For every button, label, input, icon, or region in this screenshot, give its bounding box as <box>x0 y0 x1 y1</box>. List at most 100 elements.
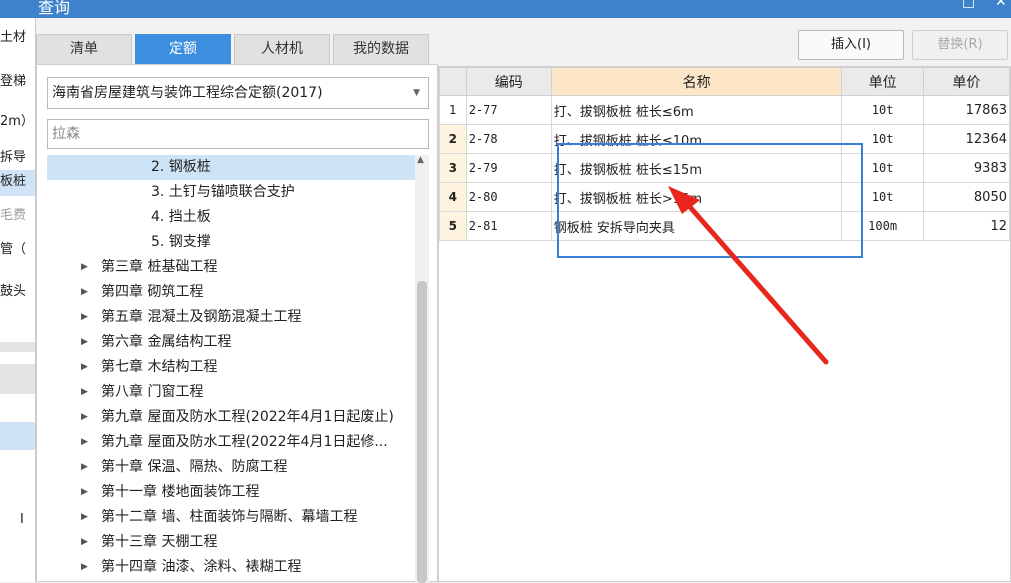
cell-code[interactable]: 2-77 <box>465 95 552 125</box>
expand-arrow-icon[interactable]: ▶ <box>81 405 88 430</box>
expand-arrow-icon[interactable]: ▶ <box>81 355 88 380</box>
row-index[interactable]: 3 <box>439 153 467 183</box>
quota-tree-panel: 海南省房屋建筑与装饰工程综合定额(2017) ▼ 拉森 2. 钢板桩 3. 土钉与… <box>36 64 438 583</box>
scrollbar-thumb[interactable] <box>417 281 427 583</box>
header-unit[interactable]: 单位 <box>841 67 924 96</box>
tab-my-data[interactable]: 我的数据 <box>333 34 429 64</box>
dialog-title-bar: 查询 □ ✕ <box>0 0 1011 18</box>
cell-name[interactable]: 钢板桩 安拆导向夹具 <box>550 211 843 241</box>
cell-price[interactable]: 9383 <box>922 153 1010 183</box>
expand-arrow-icon[interactable]: ▶ <box>81 430 88 455</box>
cell-code[interactable]: 2-80 <box>465 182 552 212</box>
row-index[interactable]: 2 <box>439 124 467 154</box>
cell-unit[interactable]: 10t <box>841 182 924 212</box>
table-row[interactable]: 3 2-79 打、拔钢板桩 桩长≤15m 10t 9383 <box>439 153 1010 183</box>
bg-cell: 鼓头 <box>0 284 27 299</box>
header-index <box>439 67 467 96</box>
tree-item-chapter[interactable]: ▶ 第六章 金属结构工程 <box>47 330 419 355</box>
cell-code[interactable]: 2-79 <box>465 153 552 183</box>
expand-arrow-icon[interactable]: ▶ <box>81 280 88 305</box>
row-index[interactable]: 5 <box>439 211 467 241</box>
table-row[interactable]: 5 2-81 钢板桩 安拆导向夹具 100m 12 <box>439 211 1010 241</box>
cell-name[interactable]: 打、拔钢板桩 桩长≤10m <box>550 124 843 154</box>
close-icon[interactable]: ✕ <box>995 0 1007 10</box>
expand-arrow-icon[interactable]: ▶ <box>81 530 88 555</box>
bg-cell: 管（ <box>0 242 27 257</box>
bg-cell-selected: 板桩 <box>0 170 35 196</box>
tree-item-label: 第十二章 墙、柱面装饰与隔断、幕墙工程 <box>101 509 358 525</box>
tree-item-chapter[interactable]: ▶ 第十四章 油漆、涂料、裱糊工程 <box>47 555 419 580</box>
tree-item-section[interactable]: 2. 钢板桩 <box>47 155 419 180</box>
tree-item-label: 5. 钢支撑 <box>151 234 211 250</box>
cell-name[interactable]: 打、拔钢板桩 桩长≤6m <box>550 95 843 125</box>
quota-library-select[interactable]: 海南省房屋建筑与装饰工程综合定额(2017) ▼ <box>47 77 429 109</box>
expand-arrow-icon[interactable]: ▶ <box>81 305 88 330</box>
tree-item-chapter[interactable]: ▶ 第五章 混凝土及钢筋混凝土工程 <box>47 305 419 330</box>
cell-price[interactable]: 8050 <box>922 182 1010 212</box>
tree-item-label: 4. 挡土板 <box>151 209 211 225</box>
expand-arrow-icon[interactable]: ▶ <box>81 505 88 530</box>
cell-price[interactable]: 17863 <box>922 95 1010 125</box>
tree-item-chapter[interactable]: ▶ 第九章 屋面及防水工程(2022年4月1日起废止) <box>47 405 419 430</box>
tree-item-chapter[interactable]: ▶ 第四章 砌筑工程 <box>47 280 419 305</box>
tree-item-section[interactable]: 5. 钢支撑 <box>47 230 419 255</box>
restore-icon[interactable]: □ <box>962 0 975 10</box>
chevron-down-icon: ▼ <box>413 88 420 98</box>
bg-cell: 2m） <box>0 114 34 129</box>
tree-item-chapter[interactable]: ▶ 第十二章 墙、柱面装饰与隔断、幕墙工程 <box>47 505 419 530</box>
table-row[interactable]: 1 2-77 打、拔钢板桩 桩长≤6m 10t 17863 <box>439 95 1010 125</box>
tree-item-chapter[interactable]: ▶ 第三章 桩基础工程 <box>47 255 419 280</box>
cell-price[interactable]: 12 <box>922 211 1010 241</box>
background-app-panel: 土材 登梯 2m） 拆导 板桩 毛费 管（ 鼓头 I <box>0 18 36 582</box>
tree-item-chapter[interactable]: ▶ 第十章 保温、隔热、防腐工程 <box>47 455 419 480</box>
expand-arrow-icon[interactable]: ▶ <box>81 380 88 405</box>
insert-button[interactable]: 插入(I) <box>798 30 904 60</box>
bg-row-selected <box>0 422 35 450</box>
expand-arrow-icon[interactable]: ▶ <box>81 330 88 355</box>
header-code[interactable]: 编码 <box>465 67 552 96</box>
cell-code[interactable]: 2-81 <box>465 211 552 241</box>
tree-item-label: 第八章 门窗工程 <box>101 384 204 400</box>
row-index[interactable]: 4 <box>439 182 467 212</box>
tree-item-section[interactable]: 3. 土钉与锚喷联合支护 <box>47 180 419 205</box>
tree-item-label: 第七章 木结构工程 <box>101 359 218 375</box>
tree-item-section[interactable]: 4. 挡土板 <box>47 205 419 230</box>
scroll-up-icon[interactable]: ▲ <box>417 155 424 165</box>
tree-item-chapter[interactable]: ▶ 第九章 屋面及防水工程(2022年4月1日起修... <box>47 430 419 455</box>
tree-item-label: 2. 钢板桩 <box>151 159 211 175</box>
tree-item-label: 第九章 屋面及防水工程(2022年4月1日起修... <box>101 434 388 450</box>
row-index[interactable]: 1 <box>439 95 467 125</box>
tree-item-label: 第六章 金属结构工程 <box>101 334 232 350</box>
tree-item-label: 第四章 砌筑工程 <box>101 284 204 300</box>
tree-item-chapter[interactable]: ▶ 第十一章 楼地面装饰工程 <box>47 480 419 505</box>
cell-code[interactable]: 2-78 <box>465 124 552 154</box>
tree-scrollbar[interactable]: ▲ <box>415 155 429 583</box>
expand-arrow-icon[interactable]: ▶ <box>81 255 88 280</box>
tab-labor-material-machine[interactable]: 人材机 <box>234 34 330 64</box>
header-price[interactable]: 单价 <box>922 67 1010 96</box>
table-row[interactable]: 2 2-78 打、拔钢板桩 桩长≤10m 10t 12364 <box>439 124 1010 154</box>
cell-unit[interactable]: 10t <box>841 124 924 154</box>
table-header-row: 编码 名称 单位 单价 <box>439 67 1010 96</box>
expand-arrow-icon[interactable]: ▶ <box>81 480 88 505</box>
cell-name[interactable]: 打、拔钢板桩 桩长>15m <box>550 182 843 212</box>
expand-arrow-icon[interactable]: ▶ <box>81 455 88 480</box>
cell-unit[interactable]: 10t <box>841 153 924 183</box>
tree-item-label: 第九章 屋面及防水工程(2022年4月1日起废止) <box>101 409 394 425</box>
tree-item-chapter[interactable]: ▶ 第十三章 天棚工程 <box>47 530 419 555</box>
cell-unit[interactable]: 10t <box>841 95 924 125</box>
cell-name[interactable]: 打、拔钢板桩 桩长≤15m <box>550 153 843 183</box>
tree-item-chapter[interactable]: ▶ 第七章 木结构工程 <box>47 355 419 380</box>
table-row[interactable]: 4 2-80 打、拔钢板桩 桩长>15m 10t 8050 <box>439 182 1010 212</box>
tree-item-chapter[interactable]: ▶ 第八章 门窗工程 <box>47 380 419 405</box>
tab-quota[interactable]: 定额 <box>135 34 231 64</box>
search-input[interactable]: 拉森 <box>47 119 429 149</box>
expand-arrow-icon[interactable]: ▶ <box>81 555 88 580</box>
tree-item-label: 3. 土钉与锚喷联合支护 <box>151 184 295 200</box>
cell-unit[interactable]: 100m <box>841 211 924 241</box>
cell-price[interactable]: 12364 <box>922 124 1010 154</box>
quota-result-grid: 编码 名称 单位 单价 1 2-77 打、拔钢板桩 桩长≤6m 10t 17863 2 2-… <box>438 66 1011 582</box>
header-name[interactable]: 名称 <box>550 67 843 96</box>
replace-button[interactable]: 替换(R) <box>912 30 1008 60</box>
tab-list[interactable]: 清单 <box>36 34 132 64</box>
